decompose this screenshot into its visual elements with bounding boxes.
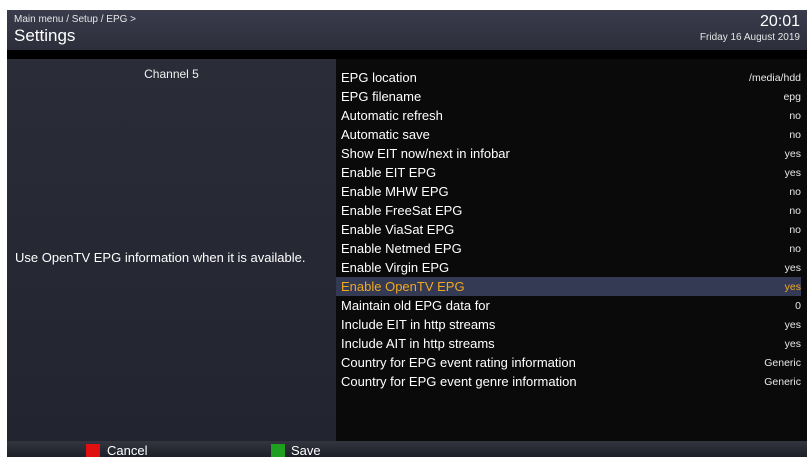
setting-row[interactable]: Include EIT in http streams yes xyxy=(336,315,801,334)
setting-value: no xyxy=(789,186,801,198)
setting-value: Generic xyxy=(764,376,801,388)
setting-label: Enable OpenTV EPG xyxy=(341,279,465,294)
setting-label: Enable MHW EPG xyxy=(341,184,449,199)
setting-label: EPG location xyxy=(341,70,417,85)
setting-row[interactable]: EPG location/media/hdd xyxy=(336,68,801,87)
setting-row[interactable]: Maintain old EPG data for 0 xyxy=(336,296,801,315)
settings-list: EPG location/media/hdd EPG filename epg Aut… xyxy=(336,59,807,441)
setting-value: Generic xyxy=(764,357,801,369)
setting-row[interactable]: Enable EIT EPG yes xyxy=(336,163,801,182)
info-panel: Channel 5 Use OpenTV EPG information whe… xyxy=(7,59,336,441)
setting-label: Include AIT in http streams xyxy=(341,336,495,351)
setting-row[interactable]: Show EIT now/next in infobar yes xyxy=(336,144,801,163)
footer-bar: Cancel Save xyxy=(7,441,807,457)
setting-label: Enable Virgin EPG xyxy=(341,260,450,275)
setting-value: no xyxy=(789,205,801,217)
setting-label: Enable EIT EPG xyxy=(341,165,437,180)
setting-label: Include EIT in http streams xyxy=(341,317,496,332)
cancel-button[interactable]: Cancel xyxy=(107,443,147,457)
setting-row[interactable]: Enable FreeSat EPG no xyxy=(336,201,801,220)
breadcrumb: Main menu / Setup / EPG > xyxy=(14,14,137,25)
setting-label: EPG filename xyxy=(341,89,422,104)
red-key-icon[interactable] xyxy=(86,444,100,457)
setting-row[interactable]: Include AIT in http streams yes xyxy=(336,334,801,353)
setting-label: Automatic save xyxy=(341,127,430,142)
setting-value: no xyxy=(789,110,801,122)
setting-value: /media/hdd xyxy=(749,72,801,84)
setting-value: yes xyxy=(784,148,801,160)
setting-row[interactable]: Enable Netmed EPG no xyxy=(336,239,801,258)
setting-value: epg xyxy=(783,91,801,103)
save-button[interactable]: Save xyxy=(291,443,321,457)
screen: Main menu / Setup / EPG > Settings 20:01… xyxy=(7,10,807,457)
setting-label: Country for EPG event rating information xyxy=(341,355,576,370)
channel-name: Channel 5 xyxy=(144,67,199,81)
setting-row[interactable]: Country for EPG event rating information… xyxy=(336,353,801,372)
header-bar: Main menu / Setup / EPG > Settings 20:01… xyxy=(7,10,807,50)
setting-value: yes xyxy=(784,167,801,179)
date: Friday 16 August 2019 xyxy=(699,32,800,43)
setting-row[interactable]: Country for EPG event genre information G… xyxy=(336,372,801,391)
page-title: Settings xyxy=(14,26,76,45)
setting-label: Enable ViaSat EPG xyxy=(341,222,455,237)
setting-value: yes xyxy=(784,338,801,350)
setting-row[interactable]: Enable Virgin EPG yes xyxy=(336,258,801,277)
setting-label: Maintain old EPG data for xyxy=(341,298,490,313)
setting-label: Enable Netmed EPG xyxy=(341,241,462,256)
setting-row[interactable]: Enable OpenTV EPG yes xyxy=(336,277,801,296)
setting-value: yes xyxy=(784,262,801,274)
setting-label: Show EIT now/next in infobar xyxy=(341,146,510,161)
setting-value: yes xyxy=(784,281,801,293)
setting-label: Automatic refresh xyxy=(341,108,443,123)
setting-row[interactable]: Enable ViaSat EPG no xyxy=(336,220,801,239)
setting-row[interactable]: Automatic refresh no xyxy=(336,106,801,125)
setting-value: yes xyxy=(784,319,801,331)
setting-label: Enable FreeSat EPG xyxy=(341,203,463,218)
setting-description: Use OpenTV EPG information when it is av… xyxy=(15,250,306,265)
green-key-icon[interactable] xyxy=(271,444,285,457)
setting-label: Country for EPG event genre information xyxy=(341,374,577,389)
setting-value: 0 xyxy=(795,300,801,312)
setting-row[interactable]: Enable MHW EPG no xyxy=(336,182,801,201)
setting-value: no xyxy=(789,243,801,255)
setting-value: no xyxy=(789,224,801,236)
setting-row[interactable]: Automatic save no xyxy=(336,125,801,144)
clock: 20:01 xyxy=(759,13,800,30)
setting-row[interactable]: EPG filename epg xyxy=(336,87,801,106)
setting-value: no xyxy=(789,129,801,141)
